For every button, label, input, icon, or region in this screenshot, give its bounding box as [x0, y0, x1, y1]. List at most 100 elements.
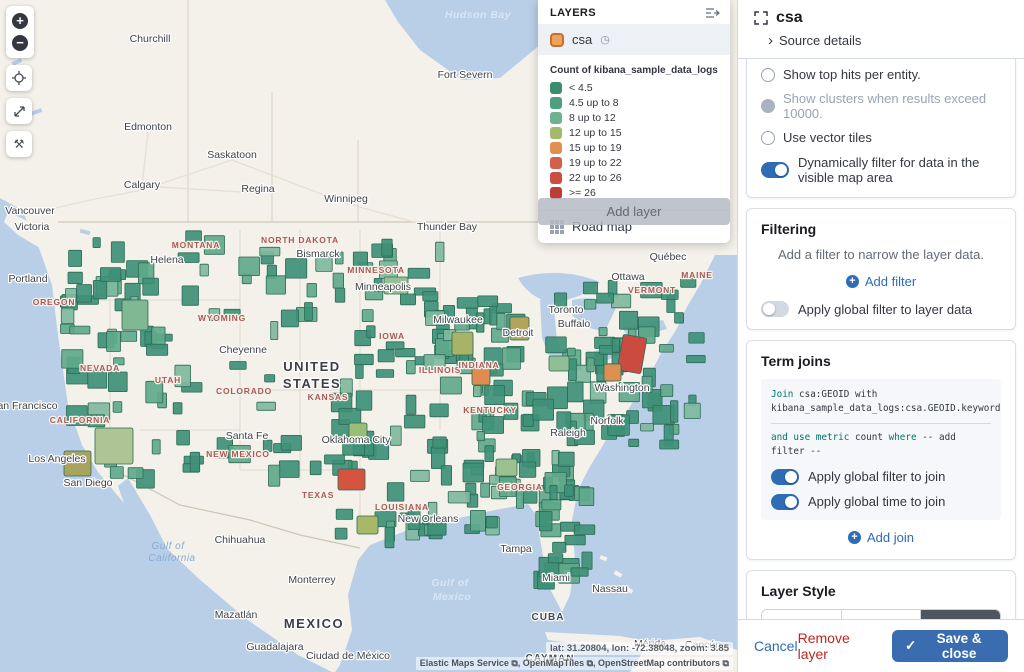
choropleth-polygon-highlight[interactable]	[549, 356, 569, 371]
global-filter-toggle[interactable]: Apply global filter to layer data	[761, 301, 1001, 317]
choropleth-polygon[interactable]	[266, 276, 285, 294]
choropleth-polygon[interactable]	[481, 483, 490, 497]
choropleth-polygon[interactable]	[61, 308, 74, 324]
choropleth-polygon[interactable]	[565, 485, 574, 496]
measure-button[interactable]	[6, 98, 32, 124]
choropleth-polygon[interactable]	[257, 402, 276, 410]
choropleth-polygon[interactable]	[325, 455, 345, 464]
choropleth-polygon[interactable]	[533, 399, 554, 420]
toggle-switch[interactable]	[771, 494, 799, 510]
cancel-button[interactable]: Cancel	[754, 638, 798, 654]
choropleth-polygon[interactable]	[70, 326, 90, 334]
tab-points[interactable]: Points	[762, 610, 842, 619]
tab-polygons[interactable]: Polygons	[921, 610, 1000, 619]
choropleth-polygon[interactable]	[69, 250, 82, 266]
join-left-field[interactable]: csa:GEOID with	[799, 389, 877, 400]
choropleth-polygon[interactable]	[423, 292, 438, 301]
choropleth-polygon[interactable]	[553, 542, 566, 552]
choropleth-polygon[interactable]	[387, 483, 404, 501]
choropleth-polygon[interactable]	[265, 375, 275, 382]
radio-button[interactable]	[761, 68, 775, 82]
choropleth-polygon[interactable]	[239, 257, 260, 276]
choropleth-polygon[interactable]	[485, 446, 494, 462]
choropleth-polygon[interactable]	[355, 354, 374, 364]
choropleth-polygon[interactable]	[111, 242, 124, 263]
choropleth-polygon[interactable]	[546, 337, 567, 353]
choropleth-polygon[interactable]	[558, 452, 574, 466]
choropleth-polygon[interactable]	[568, 359, 576, 381]
choropleth-polygon[interactable]	[597, 293, 614, 303]
choropleth-polygon[interactable]	[567, 348, 575, 356]
choropleth-polygon[interactable]	[641, 424, 654, 432]
choropleth-polygon[interactable]	[143, 278, 159, 295]
choropleth-polygon[interactable]	[271, 321, 278, 339]
choropleth-polygon[interactable]	[483, 417, 504, 434]
choropleth-polygon[interactable]	[486, 516, 497, 528]
choropleth-polygon[interactable]	[571, 568, 588, 576]
choropleth-polygon[interactable]	[490, 306, 497, 325]
choropleth-polygon[interactable]	[457, 298, 478, 309]
layer-row-csa[interactable]: csa ◷	[538, 24, 730, 55]
choropleth-polygon[interactable]	[367, 326, 376, 338]
choropleth-polygon[interactable]	[396, 348, 415, 356]
choropleth-polygon[interactable]	[333, 273, 344, 288]
source-details-expander[interactable]: › Source details	[768, 33, 1008, 48]
choropleth-polygon[interactable]	[335, 288, 345, 302]
choropleth-polygon[interactable]	[411, 470, 430, 481]
choropleth-polygon[interactable]	[660, 440, 679, 449]
choropleth-polygon[interactable]	[107, 331, 121, 351]
choropleth-polygon[interactable]	[574, 525, 594, 535]
choropleth-polygon[interactable]	[548, 554, 563, 563]
choropleth-polygon[interactable]	[406, 361, 415, 374]
scaling-radio-option[interactable]: Show clusters when results exceed 10000.	[761, 91, 1001, 121]
choropleth-polygon[interactable]	[408, 268, 430, 278]
choropleth-polygon[interactable]	[385, 527, 394, 548]
choropleth-polygon[interactable]	[687, 355, 706, 362]
choropleth-polygon[interactable]	[430, 404, 448, 417]
metric-value[interactable]: count	[855, 432, 883, 443]
choropleth-polygon[interactable]	[335, 528, 347, 539]
save-close-button[interactable]: ✓ Save & close	[892, 630, 1008, 662]
attribution-links[interactable]: Elastic Maps Service ⧉, OpenMapTiles ⧉, …	[416, 657, 733, 670]
add-join-button[interactable]: + Add join	[761, 530, 1001, 545]
choropleth-polygon[interactable]	[485, 386, 505, 405]
choropleth-polygon[interactable]	[113, 402, 122, 413]
choropleth-polygon[interactable]	[550, 485, 557, 499]
choropleth-polygon[interactable]	[463, 463, 484, 482]
choropleth-polygon[interactable]	[147, 344, 168, 355]
choropleth-polygon[interactable]	[376, 370, 393, 378]
choropleth-polygon[interactable]	[619, 311, 637, 329]
choropleth-polygon[interactable]	[579, 488, 594, 506]
choropleth-polygon-highlight[interactable]	[357, 516, 378, 534]
choropleth-polygon[interactable]	[689, 333, 704, 344]
choropleth-polygon[interactable]	[406, 395, 416, 414]
zoom-out-button[interactable]: −	[6, 32, 34, 54]
choropleth-polygon[interactable]	[441, 377, 462, 394]
join-keyword[interactable]: Join	[771, 389, 793, 400]
choropleth-polygon[interactable]	[675, 313, 684, 323]
choropleth-polygon[interactable]	[582, 552, 592, 569]
choropleth-polygon[interactable]	[286, 259, 307, 278]
choropleth-polygon[interactable]	[433, 437, 446, 448]
choropleth-polygon[interactable]	[612, 339, 619, 353]
zoom-in-button[interactable]: +	[6, 10, 34, 32]
choropleth-polygon[interactable]	[386, 342, 404, 349]
choropleth-polygon[interactable]	[281, 310, 298, 327]
choropleth-polygon[interactable]	[436, 242, 445, 261]
choropleth-polygon[interactable]	[279, 461, 299, 478]
choropleth-polygon-highlight[interactable]	[95, 428, 133, 464]
choropleth-polygon[interactable]	[378, 350, 394, 362]
choropleth-polygon[interactable]	[269, 465, 280, 486]
choropleth-polygon[interactable]	[587, 358, 594, 372]
toggle-switch[interactable]	[771, 469, 799, 485]
choropleth-polygon-highlight[interactable]	[338, 469, 365, 490]
choropleth-polygon[interactable]	[565, 535, 585, 545]
tab-lines[interactable]: Lines	[842, 610, 922, 619]
choropleth-polygon[interactable]	[584, 300, 596, 310]
choropleth-polygon[interactable]	[336, 509, 353, 519]
choropleth-polygon[interactable]	[448, 492, 470, 504]
toggle-switch[interactable]	[761, 162, 789, 178]
choropleth-polygon[interactable]	[152, 440, 160, 454]
choropleth-polygon[interactable]	[473, 386, 481, 397]
choropleth-polygon[interactable]	[77, 285, 92, 303]
